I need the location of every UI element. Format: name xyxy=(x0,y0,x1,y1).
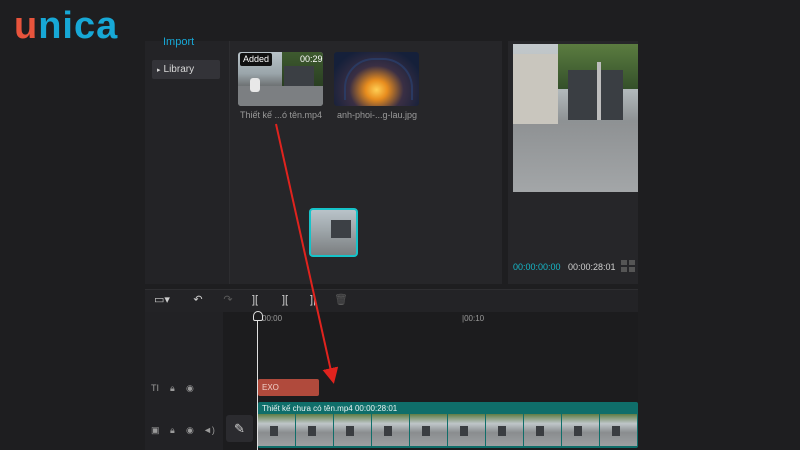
preview-wall xyxy=(513,54,558,126)
preview-pole xyxy=(597,62,601,120)
lock-icon[interactable]: 🔒︎ xyxy=(170,383,175,394)
thumb-fence xyxy=(284,66,314,86)
redo-icon[interactable]: ↷ xyxy=(220,292,236,308)
edit-cover-icon[interactable]: ✎ xyxy=(226,415,253,442)
trim-left-icon[interactable]: ][ xyxy=(277,292,293,308)
clip-filmstrip xyxy=(258,414,638,446)
layout-select-icon[interactable]: ▭▾ xyxy=(150,292,174,308)
text-track-icon: TI xyxy=(151,383,159,393)
preview-road xyxy=(513,124,638,192)
player-total-time: 00:00:28:01 xyxy=(568,262,616,272)
thumb-bridge xyxy=(344,58,413,100)
text-clip[interactable]: EXO xyxy=(258,379,319,396)
grid-icon[interactable] xyxy=(621,260,635,272)
video-clip-label: Thiết kế chưa có tên.mp4 00:00:28:01 xyxy=(262,404,398,413)
media-thumbnail-image[interactable] xyxy=(334,52,419,106)
media-filename: anh-phoi-...g-lau.jpg xyxy=(337,110,418,120)
split-icon[interactable]: ][ xyxy=(247,292,263,308)
thumb-cyclist xyxy=(250,78,260,92)
audio-speaker-icon[interactable]: ◄) xyxy=(203,425,215,435)
import-tab[interactable]: Import xyxy=(163,36,194,48)
preview-fence xyxy=(568,70,623,120)
playhead-handle[interactable] xyxy=(253,311,263,321)
media-filename: Thiết kế ...ó tên.mp4 xyxy=(240,110,323,120)
ruler-label: 00:00 xyxy=(262,314,283,323)
library-item[interactable]: ▸ Library xyxy=(152,60,220,79)
undo-icon[interactable]: ↶ xyxy=(190,292,206,308)
video-track-icon: ▣ xyxy=(151,425,160,435)
trim-right-icon[interactable]: ]| xyxy=(305,292,321,308)
logo-letter-u: u xyxy=(14,5,39,47)
video-preview[interactable] xyxy=(513,44,638,192)
timeline-toolbar xyxy=(145,289,638,312)
player-current-time: 00:00:00:00 xyxy=(513,262,561,272)
unica-logo: unica xyxy=(14,4,118,48)
ruler-label: |00:10 xyxy=(462,314,485,323)
thumb-duration: 00:29 xyxy=(300,54,323,64)
visibility-eye-icon[interactable]: ◉ xyxy=(186,425,194,436)
delete-icon[interactable]: 🗑 xyxy=(333,292,349,308)
lock-icon[interactable]: 🔒︎ xyxy=(170,425,175,436)
library-label: Library xyxy=(163,64,195,75)
visibility-eye-icon[interactable]: ◉ xyxy=(186,383,194,394)
added-badge: Added xyxy=(240,53,272,66)
dragging-clip-thumbnail[interactable] xyxy=(309,208,358,257)
logo-letters: nica xyxy=(38,5,119,47)
video-clip[interactable]: Thiết kế chưa có tên.mp4 00:00:28:01 xyxy=(258,402,638,448)
expand-triangle-icon: ▸ xyxy=(157,67,161,74)
playhead[interactable] xyxy=(257,312,258,450)
thumb-fence xyxy=(331,220,351,238)
